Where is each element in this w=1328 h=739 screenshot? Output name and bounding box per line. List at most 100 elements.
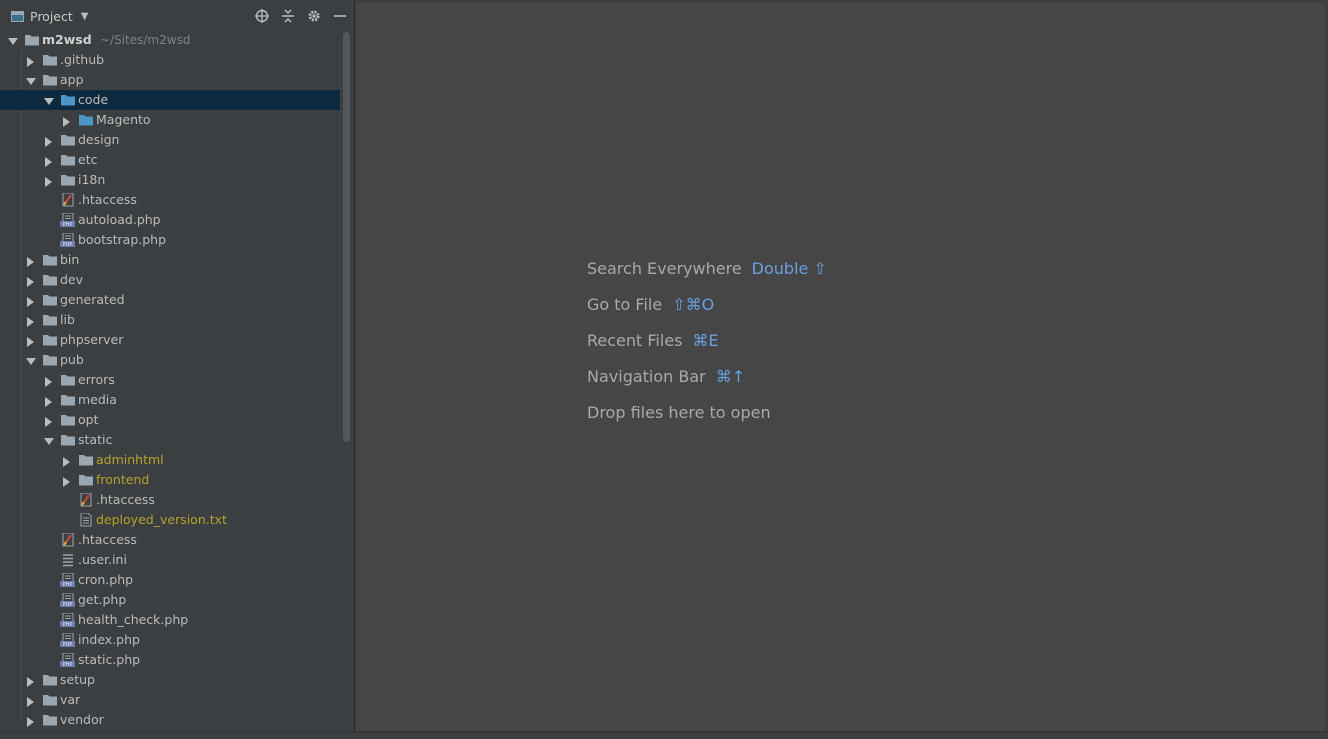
chevron-right-icon[interactable] xyxy=(44,135,54,147)
tree-item-label: cron.php xyxy=(78,572,134,587)
tree-item[interactable]: setup xyxy=(0,670,340,690)
svg-text:PHP: PHP xyxy=(63,582,73,587)
tree-item-label: m2wsd xyxy=(42,32,92,47)
chevron-right-icon[interactable] xyxy=(26,695,36,707)
tree-item-label: opt xyxy=(78,412,99,427)
tree-item[interactable]: Magento xyxy=(0,110,340,130)
folder-icon xyxy=(42,253,58,267)
tree-item-label: static.php xyxy=(78,652,141,667)
editor-hint: Navigation Bar ⌘↑ xyxy=(587,367,827,403)
tree-item-label: vendor xyxy=(60,712,104,727)
tree-item[interactable]: .github xyxy=(0,50,340,70)
tree-item[interactable]: design xyxy=(0,130,340,150)
tree-item[interactable]: app xyxy=(0,70,340,90)
tree-item[interactable]: lib xyxy=(0,310,340,330)
chevron-right-icon[interactable] xyxy=(26,275,36,287)
tree-item[interactable]: PHP get.php xyxy=(0,590,340,610)
folder-icon xyxy=(42,353,58,367)
chevron-right-icon[interactable] xyxy=(26,675,36,687)
tree-item[interactable]: .htaccess xyxy=(0,190,340,210)
tree-item-label: setup xyxy=(60,672,95,687)
chevron-down-icon[interactable] xyxy=(26,355,36,365)
tree-item[interactable]: PHP bootstrap.php xyxy=(0,230,340,250)
chevron-right-icon[interactable] xyxy=(44,155,54,167)
folder-icon xyxy=(42,293,58,307)
panel-title[interactable]: Project xyxy=(30,9,73,24)
chevron-right-icon[interactable] xyxy=(26,315,36,327)
folder-icon xyxy=(42,333,58,347)
chevron-right-icon[interactable] xyxy=(62,475,72,487)
tree-item[interactable]: pub xyxy=(0,350,340,370)
tree-item[interactable]: media xyxy=(0,390,340,410)
tree-item[interactable]: dev xyxy=(0,270,340,290)
tree-item-label: get.php xyxy=(78,592,127,607)
hint-shortcut: ⇧⌘O xyxy=(672,295,715,314)
tree-item[interactable]: m2wsd ~/Sites/m2wsd xyxy=(0,30,340,50)
tree-item[interactable]: adminhtml xyxy=(0,450,340,470)
tree-item[interactable]: frontend xyxy=(0,470,340,490)
tree-item[interactable]: PHP index.php xyxy=(0,630,340,650)
folder-icon xyxy=(60,433,76,447)
folder-icon xyxy=(24,33,40,47)
chevron-right-icon[interactable] xyxy=(62,455,72,467)
project-tree: m2wsd ~/Sites/m2wsd .github app code Magento d… xyxy=(0,30,340,730)
chevron-right-icon[interactable] xyxy=(26,55,36,67)
tree-item[interactable]: bin xyxy=(0,250,340,270)
collapse-all-icon[interactable] xyxy=(279,7,297,25)
chevron-right-icon[interactable] xyxy=(44,395,54,407)
tree-item[interactable]: deployed_version.txt xyxy=(0,510,340,530)
chevron-down-icon[interactable] xyxy=(44,95,54,105)
chevron-down-icon[interactable] xyxy=(44,435,54,445)
tree-item[interactable]: PHP autoload.php xyxy=(0,210,340,230)
tree-item[interactable]: opt xyxy=(0,410,340,430)
php-file-icon: PHP xyxy=(60,232,76,248)
tree-item[interactable]: vendor xyxy=(0,710,340,730)
tree-item[interactable]: etc xyxy=(0,150,340,170)
tree-item[interactable]: .htaccess xyxy=(0,530,340,550)
folder-icon xyxy=(60,133,76,147)
folder-icon xyxy=(60,413,76,427)
locate-icon[interactable] xyxy=(253,7,271,25)
panel-actions xyxy=(253,7,349,25)
tree-item[interactable]: PHP static.php xyxy=(0,650,340,670)
chevron-right-icon[interactable] xyxy=(62,115,72,127)
tree-item-label: adminhtml xyxy=(96,452,164,467)
tree-item[interactable]: PHP cron.php xyxy=(0,570,340,590)
vertical-scrollbar[interactable] xyxy=(343,32,350,442)
tree-item-label: app xyxy=(60,72,84,87)
tree-item[interactable]: generated xyxy=(0,290,340,310)
minimize-icon[interactable] xyxy=(331,7,349,25)
tree-item[interactable]: code xyxy=(0,90,340,110)
tree-item[interactable]: var xyxy=(0,690,340,710)
hint-text: Drop files here to open xyxy=(587,403,771,422)
chevron-right-icon[interactable] xyxy=(26,295,36,307)
editor-hint: Search Everywhere Double ⇧ xyxy=(587,259,827,295)
tree-item-label: autoload.php xyxy=(78,212,161,227)
tree-item[interactable]: .user.ini xyxy=(0,550,340,570)
chevron-right-icon[interactable] xyxy=(26,255,36,267)
tree-item[interactable]: .htaccess xyxy=(0,490,340,510)
chevron-down-icon[interactable] xyxy=(26,75,36,85)
tree-item[interactable]: errors xyxy=(0,370,340,390)
chevron-down-icon[interactable] xyxy=(8,35,18,45)
tree-item[interactable]: static xyxy=(0,430,340,450)
folder-icon xyxy=(78,473,94,487)
chevron-right-icon[interactable] xyxy=(44,375,54,387)
tree-item-label: generated xyxy=(60,292,125,307)
php-file-icon: PHP xyxy=(60,212,76,228)
editor-empty-area[interactable] xyxy=(356,3,1325,731)
chevron-right-icon[interactable] xyxy=(44,415,54,427)
chevron-down-icon[interactable]: ▼ xyxy=(81,11,89,22)
folder-icon xyxy=(60,173,76,187)
chevron-right-icon[interactable] xyxy=(26,335,36,347)
project-tool-window: Project ▼ m2wsd ~/Sites/m2wsd .github app co… xyxy=(0,0,355,738)
project-path: ~/Sites/m2wsd xyxy=(100,33,191,47)
tree-item[interactable]: phpserver xyxy=(0,330,340,350)
chevron-right-icon[interactable] xyxy=(44,175,54,187)
php-file-icon: PHP xyxy=(60,592,76,608)
gear-icon[interactable] xyxy=(305,7,323,25)
folder-icon xyxy=(42,273,58,287)
chevron-right-icon[interactable] xyxy=(26,715,36,727)
tree-item[interactable]: PHP health_check.php xyxy=(0,610,340,630)
tree-item[interactable]: i18n xyxy=(0,170,340,190)
